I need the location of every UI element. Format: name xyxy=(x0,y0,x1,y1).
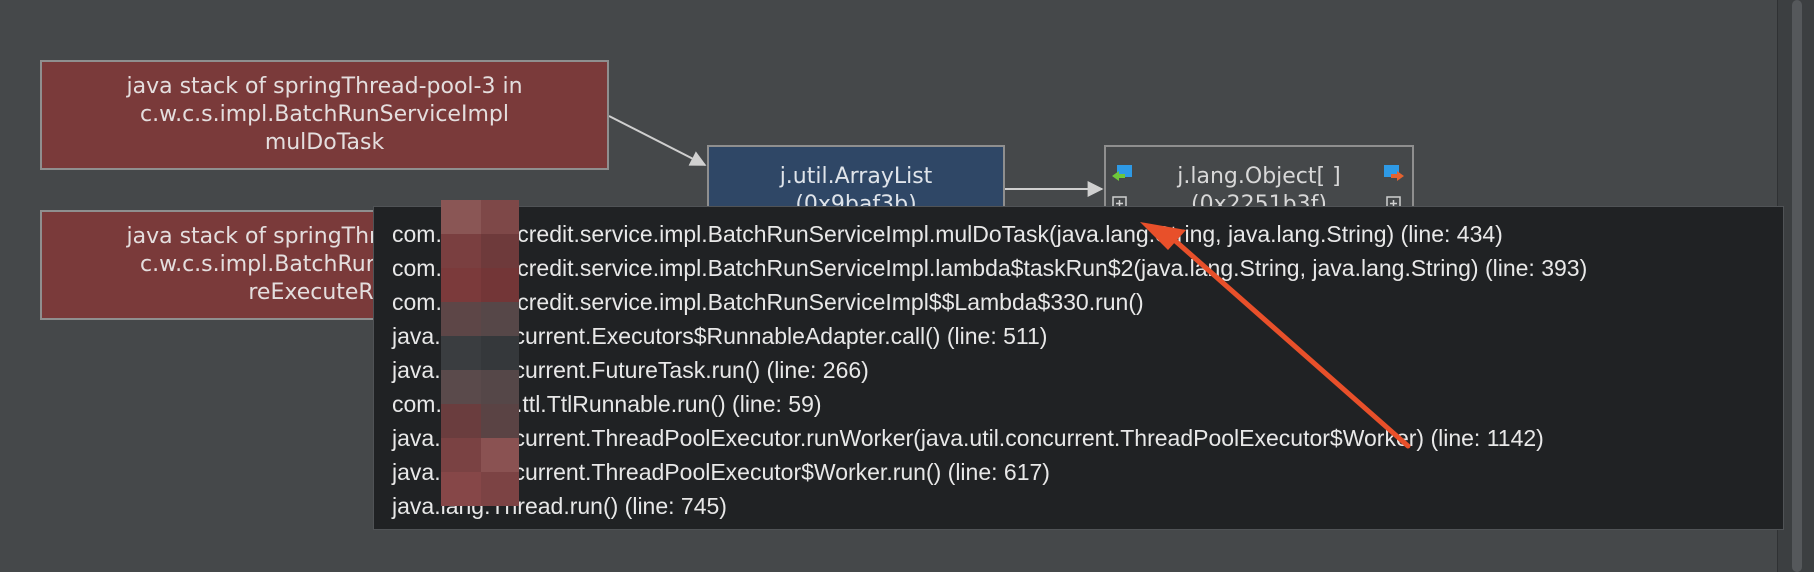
stack-frame: com.xxxwin.credit.service.impl.BatchRunS… xyxy=(392,289,1144,315)
stack-frame: com.alibaba.ttl.TtlRunnable.run() (line:… xyxy=(392,391,822,417)
stack-frame: java.util.concurrent.Executors$RunnableA… xyxy=(392,323,1048,349)
stack-frame: java.lang.Thread.run() (line: 745) xyxy=(392,493,727,519)
stack-node-line: c.w.c.s.impl.BatchRunServiceImpl xyxy=(140,102,509,127)
stack-frame: com.xxxwin.credit.service.impl.BatchRunS… xyxy=(392,221,1503,247)
edge-stack1-to-arraylist xyxy=(608,115,707,166)
outgoing-ref-icon[interactable] xyxy=(1382,163,1406,185)
stack-frame: java.util.concurrent.ThreadPoolExecutor.… xyxy=(392,425,1544,451)
incoming-ref-icon[interactable] xyxy=(1110,163,1134,185)
stack-node-muldotask[interactable]: java stack of springThread-pool-3 in c.w… xyxy=(40,60,609,170)
stack-frame: java.util.concurrent.FutureTask.run() (l… xyxy=(392,357,869,383)
stack-node-line: java stack of springThread-pool-3 in xyxy=(126,74,523,99)
object-node-type: j.util.ArrayList xyxy=(779,164,933,189)
object-node-type: j.lang.Object[ ] xyxy=(1177,164,1341,189)
stack-node-line: mulDoTask xyxy=(264,130,385,155)
stack-frame: java.util.concurrent.ThreadPoolExecutor$… xyxy=(392,459,1050,485)
redaction-mosaic xyxy=(441,200,519,518)
stack-trace-tooltip: com.xxxwin.credit.service.impl.BatchRunS… xyxy=(373,206,1784,530)
stack-frame: com.xxxwin.credit.service.impl.BatchRunS… xyxy=(392,255,1588,281)
